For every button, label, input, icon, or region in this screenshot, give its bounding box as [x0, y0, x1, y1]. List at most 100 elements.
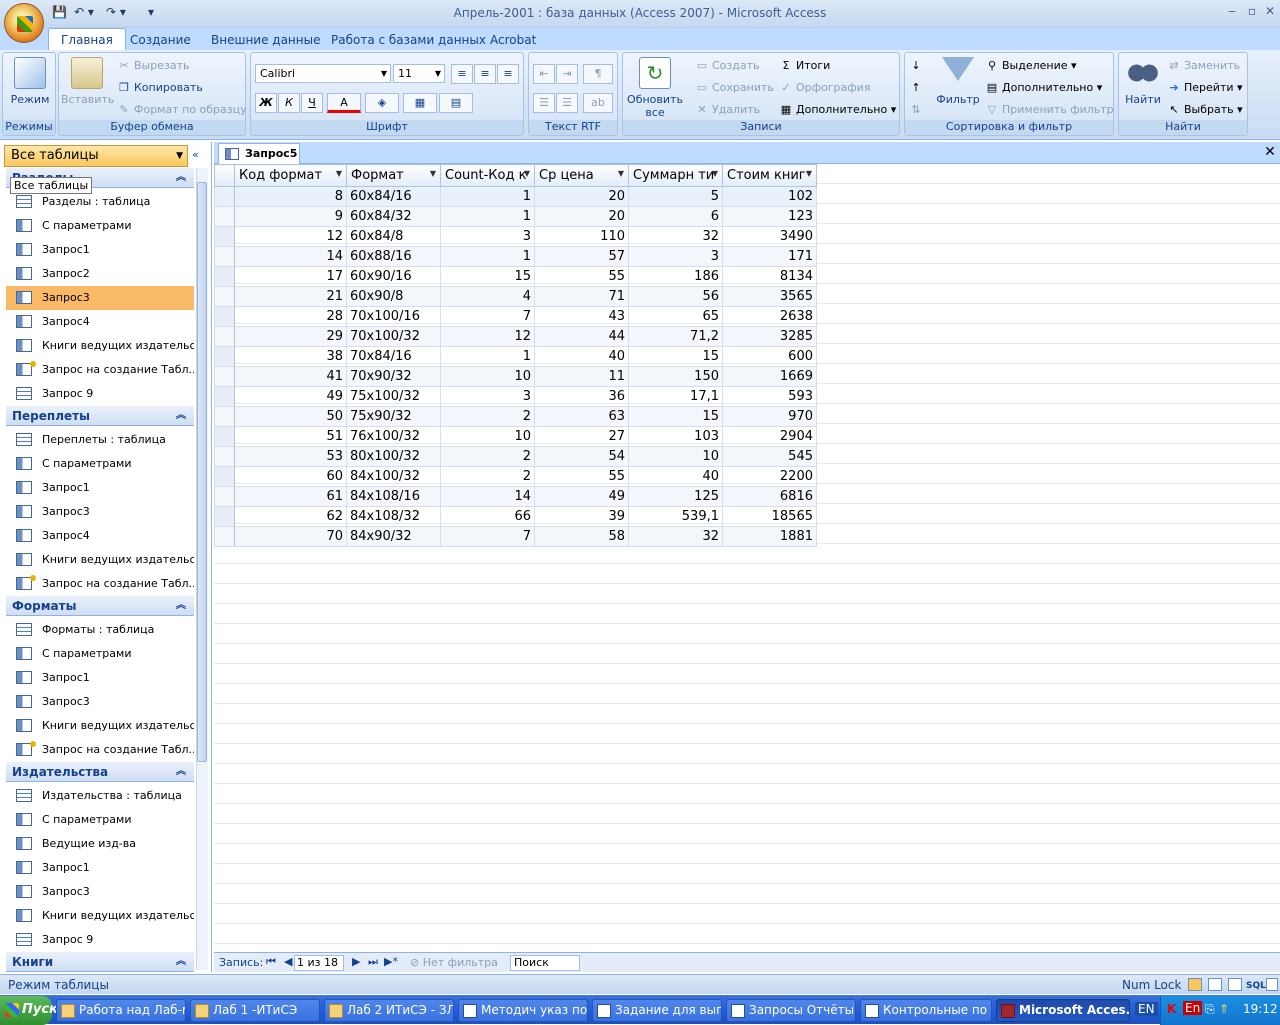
table-cell[interactable]: 53: [234, 446, 347, 467]
close-document-button[interactable]: ✕: [1262, 144, 1278, 160]
nav-item[interactable]: Запрос на создание Табл...: [6, 358, 194, 382]
nav-item[interactable]: С параметрами: [6, 808, 194, 832]
table-cell[interactable]: 2200: [722, 466, 817, 487]
table-row[interactable]: 38 70x84/16 1 40 15 600: [214, 346, 817, 367]
paste-button[interactable]: Вставить: [61, 57, 114, 106]
table-cell[interactable]: 1: [440, 246, 535, 267]
row-selector[interactable]: [214, 466, 235, 487]
next-record-button[interactable]: ▶: [352, 955, 360, 968]
column-dropdown-icon[interactable]: ▼: [430, 169, 436, 178]
table-cell[interactable]: 6: [628, 206, 723, 227]
table-cell[interactable]: 84x90/32: [346, 526, 441, 547]
nav-scrollbar-thumb[interactable]: [197, 182, 207, 762]
tab-acrobat[interactable]: Acrobat: [478, 30, 548, 50]
network-icon[interactable]: ⎘: [1205, 1002, 1215, 1017]
row-selector[interactable]: [214, 186, 235, 207]
nav-item[interactable]: Форматы : таблица: [6, 618, 194, 642]
align-right-button[interactable]: ≡: [497, 64, 519, 84]
table-cell[interactable]: 80x100/32: [346, 446, 441, 467]
table-cell[interactable]: 17: [234, 266, 347, 287]
table-cell[interactable]: 39: [534, 506, 629, 527]
table-cell[interactable]: 57: [534, 246, 629, 267]
redo-icon[interactable]: ↷ ▾: [106, 5, 126, 21]
table-row[interactable]: 50 75x90/32 2 63 15 970: [214, 406, 817, 427]
table-cell[interactable]: 27: [534, 426, 629, 447]
table-cell[interactable]: 38: [234, 346, 347, 367]
table-cell[interactable]: 18565: [722, 506, 817, 527]
table-cell[interactable]: 55: [534, 466, 629, 487]
table-cell[interactable]: 70x84/16: [346, 346, 441, 367]
table-cell[interactable]: 6816: [722, 486, 817, 507]
view-button[interactable]: Режим: [7, 57, 53, 106]
table-cell[interactable]: 186: [628, 266, 723, 287]
nav-item[interactable]: Книги ведущих издательств: [6, 904, 194, 928]
nav-item[interactable]: Издательства : таблица: [6, 784, 194, 808]
tab-home[interactable]: Главная: [48, 28, 126, 50]
table-cell[interactable]: 110: [534, 226, 629, 247]
table-cell[interactable]: 49: [234, 386, 347, 407]
undo-icon[interactable]: ↶ ▾: [74, 5, 94, 21]
table-cell[interactable]: 70: [234, 526, 347, 547]
nav-item[interactable]: Книги ведущих издательств: [6, 714, 194, 738]
office-button[interactable]: [4, 3, 44, 43]
table-cell[interactable]: 4: [440, 286, 535, 307]
table-cell[interactable]: 3: [628, 246, 723, 267]
nav-item[interactable]: Запрос4: [6, 524, 194, 548]
nav-item[interactable]: С параметрами: [6, 642, 194, 666]
table-row[interactable]: 21 60x90/8 4 71 56 3565: [214, 286, 817, 307]
language-indicator[interactable]: EN: [1135, 1002, 1158, 1016]
totals-button[interactable]: Σ Итоги: [779, 56, 831, 76]
table-cell[interactable]: 60x84/32: [346, 206, 441, 227]
numbering-button[interactable]: ☰: [533, 93, 555, 113]
nav-section-header[interactable]: Издательства ︽: [6, 762, 194, 782]
table-cell[interactable]: 2: [440, 406, 535, 427]
table-cell[interactable]: 28: [234, 306, 347, 327]
table-cell[interactable]: 21: [234, 286, 347, 307]
gridlines-button[interactable]: ▦: [403, 93, 437, 113]
column-dropdown-icon[interactable]: ▼: [618, 169, 624, 178]
table-cell[interactable]: 65: [628, 306, 723, 327]
underline-button[interactable]: Ч: [301, 93, 323, 113]
tab-external-data[interactable]: Внешние данные: [199, 30, 332, 50]
table-row[interactable]: 61 84x108/16 14 49 125 6816: [214, 486, 817, 507]
new-record-nav-button[interactable]: ▶*: [384, 955, 398, 968]
nav-pane-header[interactable]: Все таблицы ▼: [4, 145, 188, 167]
row-selector[interactable]: [214, 506, 235, 527]
collapse-nav-icon[interactable]: «: [192, 148, 206, 162]
column-header[interactable]: Count-Код к ▼: [440, 164, 535, 187]
table-cell[interactable]: 10: [440, 366, 535, 387]
table-cell[interactable]: 62: [234, 506, 347, 527]
table-cell[interactable]: 3: [440, 386, 535, 407]
row-selector[interactable]: [214, 366, 235, 387]
start-button[interactable]: Пуск: [0, 996, 58, 1025]
table-cell[interactable]: 9: [234, 206, 347, 227]
table-cell[interactable]: 2904: [722, 426, 817, 447]
table-cell[interactable]: 2638: [722, 306, 817, 327]
table-cell[interactable]: 7: [440, 526, 535, 547]
nav-item[interactable]: Запрос4: [6, 310, 194, 334]
sort-asc-button[interactable]: ↓: [909, 56, 926, 76]
table-cell[interactable]: 1669: [722, 366, 817, 387]
row-selector[interactable]: [214, 266, 235, 287]
no-filter-indicator[interactable]: ⊘ Нет фильтра: [410, 956, 498, 969]
table-cell[interactable]: 2: [440, 446, 535, 467]
sort-desc-button[interactable]: ↑: [909, 78, 926, 98]
alt-fill-button[interactable]: ▤: [439, 93, 473, 113]
search-input[interactable]: Поиск: [510, 955, 580, 971]
table-cell[interactable]: 76x100/32: [346, 426, 441, 447]
table-cell[interactable]: 32: [628, 526, 723, 547]
nav-item[interactable]: Запрос3: [6, 880, 194, 904]
column-dropdown-icon[interactable]: ▼: [712, 169, 718, 178]
table-row[interactable]: 60 84x100/32 2 55 40 2200: [214, 466, 817, 487]
row-selector[interactable]: [214, 286, 235, 307]
paragraph-button[interactable]: ¶: [583, 64, 613, 84]
keyboard-layout-icon[interactable]: En: [1183, 1001, 1203, 1015]
bold-button[interactable]: Ж: [255, 93, 277, 113]
taskbar-button[interactable]: Лаб 1 -ИТиСЭ: [190, 999, 320, 1022]
nav-item[interactable]: Ведущие изд-ва: [6, 832, 194, 856]
row-selector[interactable]: [214, 446, 235, 467]
align-left-button[interactable]: ≡: [451, 64, 473, 84]
customize-qat-icon[interactable]: ▾: [148, 5, 154, 21]
table-cell[interactable]: 123: [722, 206, 817, 227]
table-cell[interactable]: 125: [628, 486, 723, 507]
